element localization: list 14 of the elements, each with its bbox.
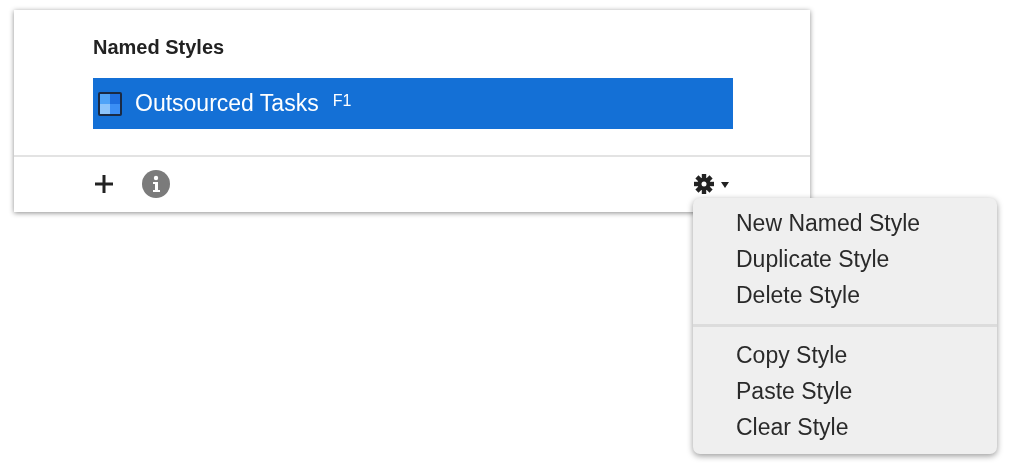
menu-item[interactable]: Duplicate Style [693,241,997,277]
style-swatch-icon [97,90,123,117]
shortcut-key: F1 [332,92,352,110]
style-name: Outsourced Tasks [135,90,319,117]
menu-item[interactable]: New Named Style [693,205,997,241]
add-icon[interactable] [94,173,114,194]
menu-item[interactable]: Delete Style [693,277,997,313]
menu-item[interactable]: Copy Style [693,337,997,373]
settings-icon[interactable] [694,172,730,195]
style-row[interactable]: Outsourced Tasks F1 [93,78,733,129]
menu-item[interactable]: Clear Style [693,409,997,445]
panel-title: Named Styles [93,36,225,59]
info-icon[interactable] [142,169,170,198]
menu-item[interactable]: Paste Style [693,373,997,409]
